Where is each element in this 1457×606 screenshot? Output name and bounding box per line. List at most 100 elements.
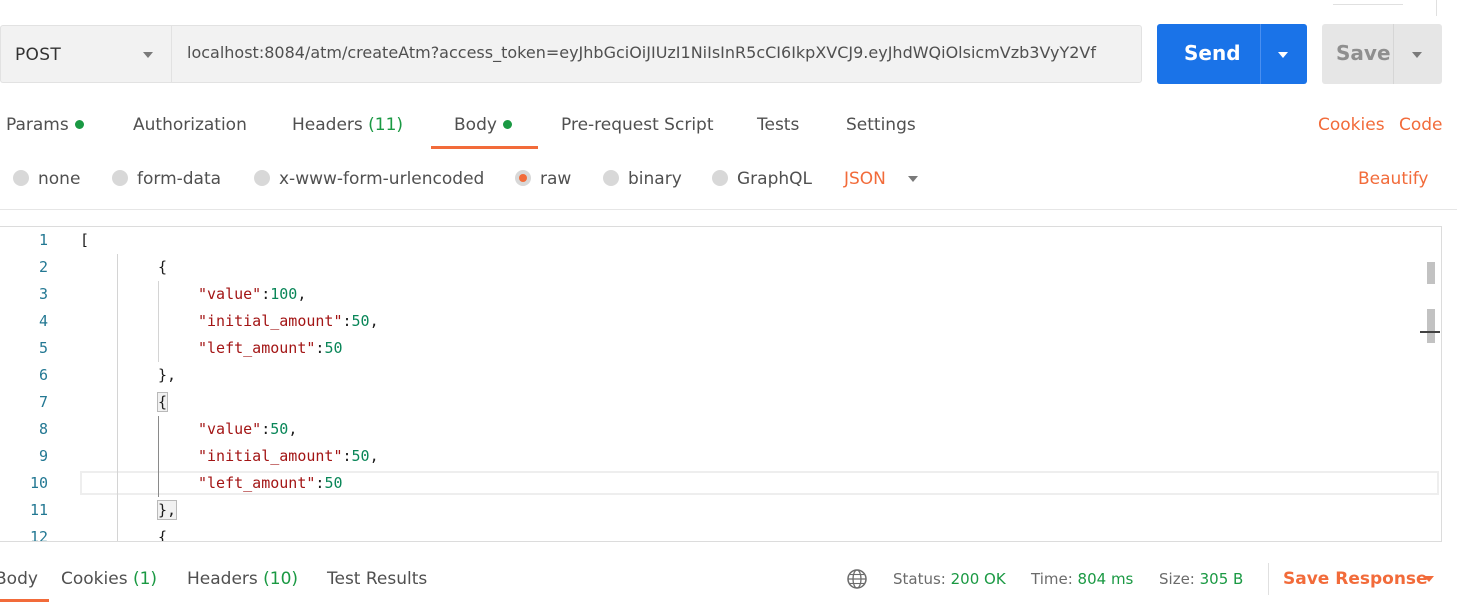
json-number: 50 (351, 447, 370, 465)
tab-params-label: Params (6, 115, 69, 135)
response-divider (1268, 563, 1269, 595)
json-number: 100 (270, 285, 298, 303)
line-number: 4 (38, 312, 48, 330)
send-label: Send (1184, 41, 1241, 65)
save-response-chevron-icon[interactable] (1424, 576, 1434, 582)
radio-binary-circle[interactable] (603, 170, 619, 186)
save-divider (1393, 24, 1394, 84)
save-response-button[interactable]: Save Response (1283, 569, 1428, 589)
json-comma: , (369, 447, 379, 465)
overview-ruler-thumb[interactable] (1427, 309, 1435, 343)
line-number: 10 (29, 474, 48, 492)
response-headers-count: (10) (263, 569, 299, 589)
send-divider (1260, 24, 1261, 84)
code-text: { (158, 528, 168, 542)
radio-raw-circle[interactable] (515, 170, 531, 186)
code-text: "left_amount":50 (198, 474, 343, 492)
time-label: Time: (1031, 570, 1073, 588)
save-options-chevron-icon[interactable] (1412, 52, 1422, 58)
radio-raw-label: raw (540, 169, 572, 189)
code-line: 6 }, (0, 362, 1440, 389)
cookies-link[interactable]: Cookies (1318, 115, 1385, 135)
tab-headers[interactable]: Headers (11) (292, 115, 403, 135)
code-line: 8 "value":50, (0, 416, 1440, 443)
response-cookies-count: (1) (132, 569, 158, 589)
beautify-link[interactable]: Beautify (1358, 169, 1428, 189)
radio-urlencoded-circle[interactable] (254, 170, 270, 186)
tab-settings[interactable]: Settings (846, 115, 916, 135)
method-select[interactable]: POST (0, 25, 171, 83)
code-text: }, (158, 366, 177, 384)
line-number: 3 (38, 285, 48, 303)
scrollbar-thumb[interactable] (1427, 262, 1435, 284)
method-label: POST (15, 45, 62, 65)
radio-graphql[interactable]: GraphQL (712, 169, 812, 189)
response-tab-body[interactable]: Body (0, 569, 38, 589)
code-text: { (156, 392, 169, 412)
json-key: "value" (198, 285, 262, 303)
radio-urlencoded-label: x-www-form-urlencoded (279, 169, 485, 189)
section-divider (0, 209, 1457, 210)
radio-form-data-label: form-data (137, 169, 222, 189)
language-chevron-down-icon[interactable] (908, 176, 918, 182)
json-key: "value" (198, 420, 262, 438)
response-headers-label: Headers (187, 569, 258, 589)
code-line: 2 { (0, 254, 1440, 281)
url-input[interactable]: localhost:8084/atm/createAtm?access_toke… (171, 25, 1142, 83)
status-value: 200 OK (950, 570, 1006, 588)
headers-count: (11) (368, 115, 404, 135)
size-label: Size: (1159, 570, 1195, 588)
code-text: "value":50, (198, 420, 297, 438)
json-key: "initial_amount" (198, 447, 343, 465)
save-button[interactable]: Save (1322, 24, 1442, 84)
radio-binary[interactable]: binary (603, 169, 682, 189)
json-colon: : (261, 285, 271, 303)
tab-tests[interactable]: Tests (757, 115, 799, 135)
radio-graphql-label: GraphQL (737, 169, 812, 189)
radio-none[interactable]: none (13, 169, 80, 189)
send-options-chevron-icon[interactable] (1278, 52, 1288, 58)
radio-urlencoded[interactable]: x-www-form-urlencoded (254, 169, 484, 189)
code-editor[interactable]: 1 [ 2 { 3 "value":100, 4 "initial_amount… (0, 226, 1442, 542)
json-key: "initial_amount" (198, 312, 343, 330)
body-indicator-dot (502, 120, 512, 129)
radio-binary-label: binary (628, 169, 682, 189)
code-text: [ (80, 231, 90, 249)
tab-body[interactable]: Body (454, 115, 512, 135)
code-text: "initial_amount":50, (198, 447, 379, 465)
send-button[interactable]: Send (1157, 24, 1307, 84)
json-key: "left_amount" (198, 339, 316, 357)
response-tab-test-results[interactable]: Test Results (327, 569, 427, 589)
code-text: "left_amount":50 (198, 339, 343, 357)
code-link[interactable]: Code (1399, 115, 1443, 135)
tab-prerequest-script[interactable]: Pre-request Script (561, 115, 714, 135)
code-line: 3 "value":100, (0, 281, 1440, 308)
tab-authorization[interactable]: Authorization (133, 115, 247, 135)
json-number: 50 (270, 420, 289, 438)
radio-raw[interactable]: raw (515, 169, 571, 189)
globe-icon[interactable] (846, 568, 868, 590)
tab-body-label: Body (454, 115, 497, 135)
json-colon: : (342, 447, 352, 465)
active-tab-underline (431, 146, 538, 149)
code-text: { (158, 258, 168, 276)
json-number: 50 (324, 474, 343, 492)
code-text: "value":100, (198, 285, 306, 303)
radio-form-data-circle[interactable] (112, 170, 128, 186)
save-label: Save (1336, 41, 1391, 65)
json-comma: , (297, 285, 307, 303)
code-text: }, (156, 500, 178, 520)
radio-form-data[interactable]: form-data (112, 169, 221, 189)
response-active-underline (0, 599, 49, 602)
language-select[interactable]: JSON (844, 169, 886, 189)
tab-params[interactable]: Params (6, 115, 84, 135)
line-number: 1 (38, 231, 48, 249)
json-colon: : (342, 312, 352, 330)
response-tab-cookies[interactable]: Cookies (1) (61, 569, 157, 589)
code-line: 5 "left_amount":50 (0, 335, 1440, 362)
code-line: 10 "left_amount":50 (0, 470, 1440, 497)
radio-none-circle[interactable] (13, 170, 29, 186)
radio-graphql-circle[interactable] (712, 170, 728, 186)
response-tab-headers[interactable]: Headers (10) (187, 569, 298, 589)
line-number: 9 (38, 447, 48, 465)
